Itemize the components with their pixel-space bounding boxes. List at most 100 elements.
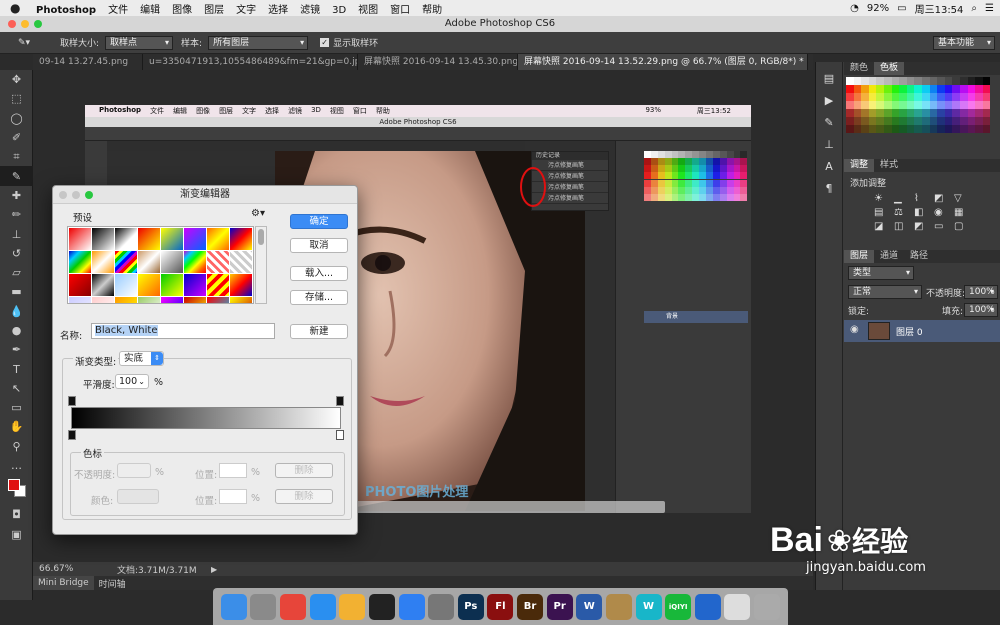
stamp-tool-icon[interactable]: ⊥ xyxy=(0,224,33,243)
history-brush-icon[interactable]: ↺ xyxy=(0,244,33,263)
clone-panel-icon[interactable]: ⊥ xyxy=(816,134,842,156)
gradient-preset[interactable] xyxy=(92,228,114,250)
timeline-tab[interactable]: 时间轴 xyxy=(94,577,131,590)
swatch[interactable] xyxy=(967,93,976,101)
gradient-preset[interactable] xyxy=(138,228,160,250)
swatch[interactable] xyxy=(967,125,976,133)
ok-button[interactable]: 确定 xyxy=(290,214,348,229)
swatch[interactable] xyxy=(876,85,884,93)
menu-item-1[interactable]: 文件 xyxy=(102,5,134,16)
swatch[interactable] xyxy=(883,93,892,101)
blend-mode-select[interactable]: 正常 xyxy=(848,285,922,299)
dialog-zoom-button[interactable] xyxy=(85,191,93,199)
swatch[interactable] xyxy=(929,117,938,125)
swatch[interactable] xyxy=(846,85,854,93)
swatch[interactable] xyxy=(944,85,953,93)
threshold-icon[interactable]: ◩ xyxy=(914,221,931,232)
apple-icon[interactable]: ● xyxy=(10,2,22,14)
swatch[interactable] xyxy=(952,125,960,133)
gradient-preset[interactable] xyxy=(138,251,160,273)
status-arrow-icon[interactable]: ▶ xyxy=(211,565,217,574)
swatch[interactable] xyxy=(876,77,884,85)
iqiyi-icon[interactable]: iQIYI xyxy=(665,593,692,620)
exposure-icon[interactable]: ◩ xyxy=(934,193,951,204)
swatch[interactable] xyxy=(952,77,960,85)
swatch[interactable] xyxy=(921,77,930,85)
swatch[interactable] xyxy=(982,125,991,133)
swatch[interactable] xyxy=(937,101,945,109)
gradient-preset[interactable] xyxy=(69,251,91,273)
swatch[interactable] xyxy=(921,93,930,101)
gradient-preset[interactable] xyxy=(161,297,183,303)
vibrance-icon[interactable]: ▽ xyxy=(954,193,971,204)
swatch[interactable] xyxy=(959,77,968,85)
menu-item-10[interactable]: 窗口 xyxy=(384,5,416,16)
swatch[interactable] xyxy=(846,117,854,125)
swatch[interactable] xyxy=(982,93,991,101)
finder-icon[interactable] xyxy=(220,593,247,620)
eyedropper-tool-icon[interactable]: ✎ xyxy=(0,166,33,186)
brush-panel-icon[interactable]: ✎ xyxy=(816,112,842,134)
swatch[interactable] xyxy=(861,109,869,117)
preview-icon[interactable] xyxy=(724,593,751,620)
swatch[interactable] xyxy=(906,109,915,117)
gradient-bar[interactable] xyxy=(71,407,341,429)
swatch[interactable] xyxy=(929,85,938,93)
menu-item-11[interactable]: 帮助 xyxy=(416,5,448,16)
cancel-button[interactable]: 取消 xyxy=(290,238,348,253)
minimize-window-button[interactable] xyxy=(21,20,29,28)
bridge-icon[interactable]: Br xyxy=(517,593,544,620)
swatch[interactable] xyxy=(914,117,922,125)
swatch[interactable] xyxy=(921,85,930,93)
hue-icon[interactable]: ▤ xyxy=(874,207,891,218)
swatch[interactable] xyxy=(899,125,907,133)
gradient-preset[interactable] xyxy=(184,297,206,303)
color-stop-left[interactable] xyxy=(68,430,76,440)
swatch[interactable] xyxy=(929,93,938,101)
gradient-preset[interactable] xyxy=(69,228,91,250)
chrome-icon[interactable] xyxy=(280,593,307,620)
opacity-position-input[interactable] xyxy=(219,463,247,478)
swatch[interactable] xyxy=(876,117,884,125)
swatch[interactable] xyxy=(876,101,884,109)
swatch[interactable] xyxy=(944,101,953,109)
save-button[interactable]: 存储... xyxy=(290,290,348,305)
quick-select-tool-icon[interactable]: ✐ xyxy=(0,128,33,147)
dodge-tool-icon[interactable]: ● xyxy=(0,321,33,340)
gradient-tool-icon[interactable]: ▬ xyxy=(0,282,33,301)
swatch[interactable] xyxy=(846,93,854,101)
swatch[interactable] xyxy=(937,109,945,117)
close-window-button[interactable] xyxy=(8,20,16,28)
color-position-input[interactable] xyxy=(219,489,247,504)
path-select-tool-icon[interactable]: ↖ xyxy=(0,379,33,398)
battery-percent[interactable]: 92% xyxy=(867,3,889,14)
swatch[interactable] xyxy=(846,109,854,117)
color-stop-right[interactable] xyxy=(336,430,344,440)
swatch[interactable] xyxy=(967,77,976,85)
qq-icon[interactable] xyxy=(368,593,395,620)
bw-icon[interactable]: ◧ xyxy=(914,207,931,218)
swatch[interactable] xyxy=(906,101,915,109)
swatch[interactable] xyxy=(975,85,983,93)
presets-scrollbar[interactable] xyxy=(255,226,267,304)
launchpad-icon[interactable] xyxy=(250,593,277,620)
swatch[interactable] xyxy=(868,117,877,125)
swatch[interactable] xyxy=(899,93,907,101)
swatch[interactable] xyxy=(914,109,922,117)
levels-icon[interactable]: ▁ xyxy=(894,193,911,204)
gradient-preset[interactable] xyxy=(230,297,252,303)
tab-color[interactable]: 颜色 xyxy=(844,62,874,75)
swatch[interactable] xyxy=(861,93,869,101)
swatch[interactable] xyxy=(853,125,862,133)
shape-tool-icon[interactable]: ▭ xyxy=(0,398,33,417)
eraser-tool-icon[interactable]: ▱ xyxy=(0,263,33,282)
swatch[interactable] xyxy=(899,117,907,125)
swatch[interactable] xyxy=(876,109,884,117)
swatch[interactable] xyxy=(906,117,915,125)
photos-icon[interactable] xyxy=(339,593,366,620)
swatch[interactable] xyxy=(861,117,869,125)
list-icon[interactable]: ☰ xyxy=(985,3,994,14)
delete-color-stop-button[interactable]: 删除 xyxy=(275,489,333,504)
gradient-preset[interactable] xyxy=(92,274,114,296)
swatch[interactable] xyxy=(891,77,900,85)
